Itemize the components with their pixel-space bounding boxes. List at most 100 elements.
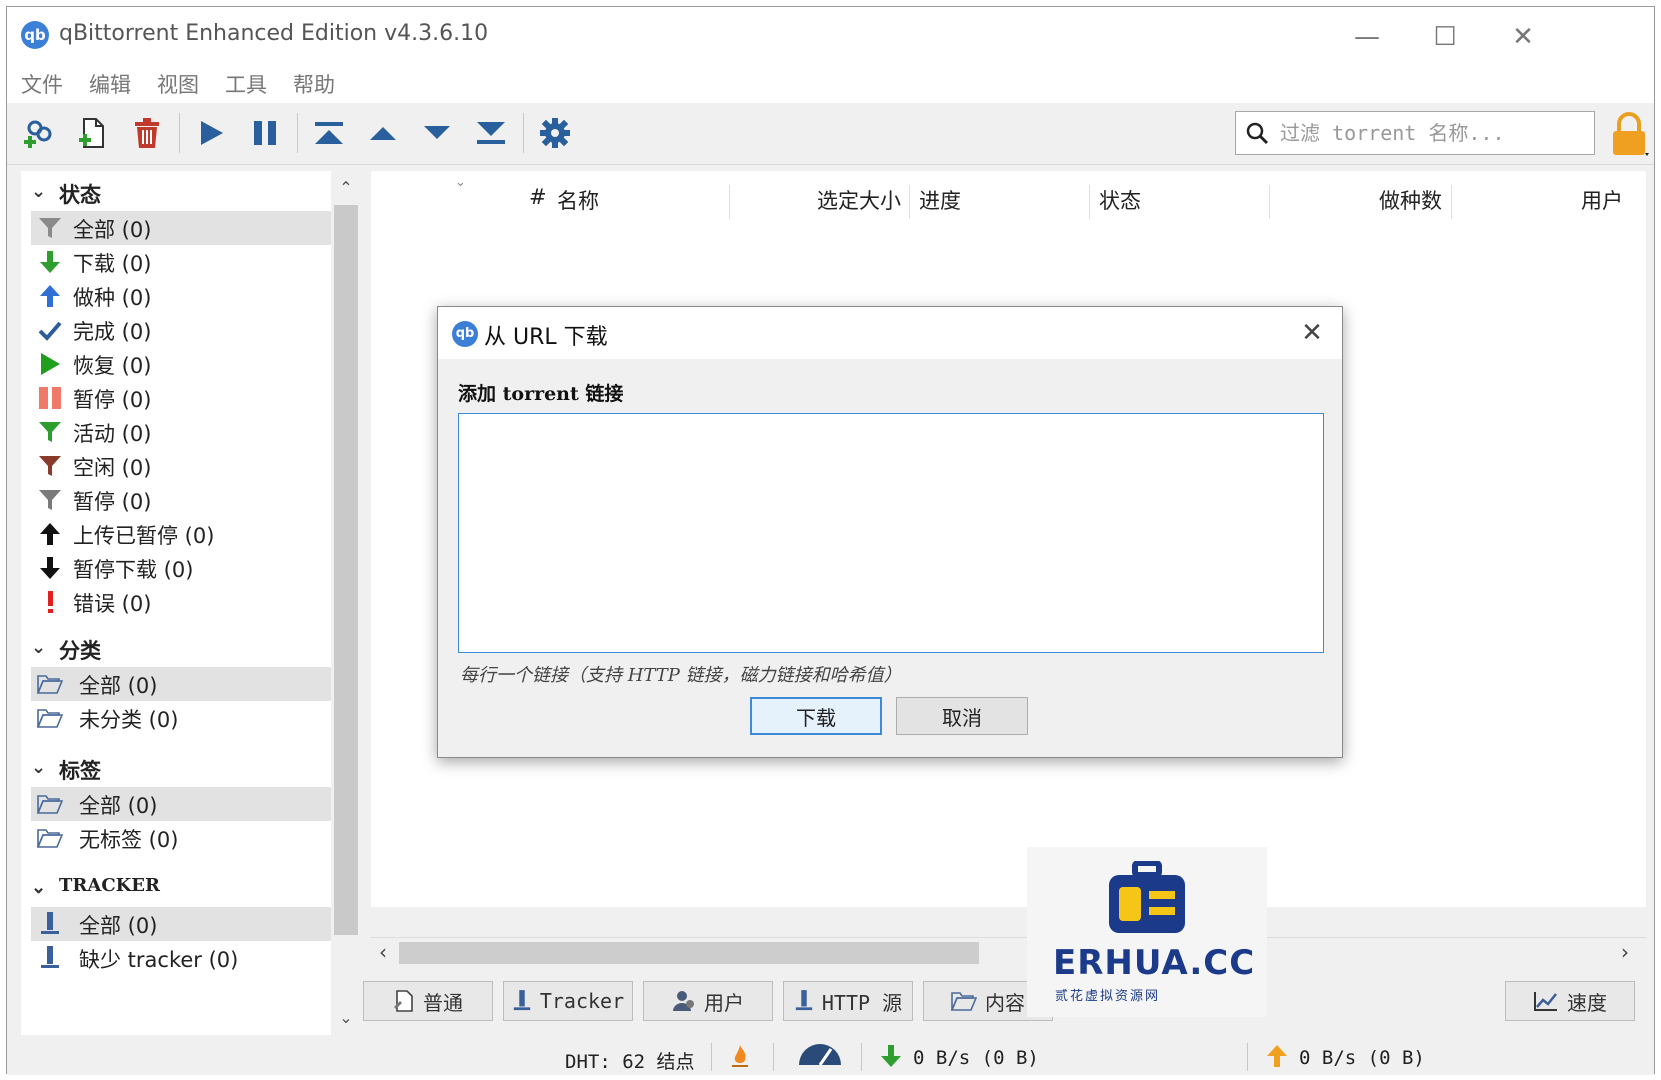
category-uncategorized[interactable]: 未分类 (0) — [31, 701, 331, 735]
dialog-hint: 每行一个链接（支持 HTTP 链接，磁力链接和哈希值） — [460, 665, 902, 686]
scroll-right-icon[interactable]: › — [1621, 940, 1629, 964]
tracker-all[interactable]: 全部 (0) — [31, 907, 331, 941]
options-button[interactable] — [533, 111, 577, 155]
status-filter-seeding[interactable]: 做种 (0) — [31, 279, 331, 313]
download-paused-icon — [37, 555, 63, 581]
chevron-down-icon: ⌄ — [31, 757, 47, 778]
scrollbar-thumb[interactable] — [399, 942, 979, 964]
folder-icon — [951, 992, 977, 1011]
sidebar: ⌄ 状态 全部 (0) 下载 (0) 做种 (0) 完成 (0) 恢复 (0) … — [21, 171, 361, 1035]
url-textarea[interactable] — [458, 413, 1324, 653]
category-all[interactable]: 全部 (0) — [31, 667, 331, 701]
tab-general[interactable]: 普通 — [363, 981, 493, 1021]
column-progress[interactable]: 进度 — [919, 185, 961, 229]
minimize-button[interactable]: — — [1347, 17, 1387, 57]
column-peers[interactable]: 用户 — [1581, 185, 1623, 229]
tab-http-sources[interactable]: HTTP 源 — [783, 981, 913, 1021]
move-up-button[interactable] — [361, 111, 405, 155]
add-link-button[interactable] — [17, 111, 61, 155]
status-filter-upload-paused[interactable]: 上传已暂停 (0) — [31, 517, 331, 551]
tracker-icon — [795, 990, 813, 1011]
tag-all[interactable]: 全部 (0) — [31, 787, 331, 821]
section-status-header[interactable]: ⌄ 状态 — [21, 175, 331, 211]
tracker-icon — [37, 945, 63, 971]
section-category-header[interactable]: ⌄ 分类 — [21, 631, 331, 667]
pause-button[interactable] — [243, 111, 287, 155]
menu-bar: 文件 编辑 视图 工具 帮助 — [7, 65, 1654, 103]
move-down-button[interactable] — [415, 111, 459, 155]
download-button[interactable]: 下载 — [750, 697, 882, 735]
tracker-missing[interactable]: 缺少 tracker (0) — [31, 941, 331, 975]
search-input[interactable] — [1280, 118, 1580, 148]
menu-help[interactable]: 帮助 — [293, 69, 335, 99]
speed-chart-icon — [1534, 992, 1557, 1011]
column-status[interactable]: 状态 — [1099, 185, 1141, 229]
column-selected-size[interactable]: 选定大小 — [817, 185, 901, 229]
sidebar-scrollbar[interactable]: ⌃ ⌄ — [331, 171, 361, 1035]
status-filter-all[interactable]: 全部 (0) — [31, 211, 331, 245]
pause-icon — [37, 385, 63, 411]
section-tag-header[interactable]: ⌄ 标签 — [21, 751, 331, 787]
cancel-button[interactable]: 取消 — [896, 697, 1028, 735]
tab-speed[interactable]: 速度 — [1505, 981, 1635, 1021]
column-separator — [1089, 185, 1090, 219]
dialog-title-bar: qb 从 URL 下载 ✕ — [438, 307, 1342, 359]
chevron-down-icon: ⌄ — [31, 877, 47, 898]
tab-peers[interactable]: 用户 — [643, 981, 773, 1021]
maximize-button[interactable]: ☐ — [1425, 17, 1465, 57]
play-icon — [201, 121, 223, 145]
section-tracker-header[interactable]: ⌄ TRACKER — [21, 871, 331, 907]
move-down-icon — [424, 126, 450, 139]
add-link-icon — [24, 120, 52, 148]
app-logo-icon: qb — [21, 21, 49, 49]
scroll-down-icon[interactable]: ⌄ — [337, 1009, 355, 1027]
delete-button[interactable] — [125, 111, 169, 155]
download-arrow-icon — [879, 1043, 903, 1074]
folder-icon — [37, 705, 63, 731]
menu-edit[interactable]: 编辑 — [89, 69, 131, 99]
scrollbar-thumb[interactable] — [334, 205, 358, 935]
scroll-left-icon[interactable]: ‹ — [379, 940, 387, 964]
status-filter-inactive[interactable]: 空闲 (0) — [31, 449, 331, 483]
dialog-close-button[interactable]: ✕ — [1296, 317, 1328, 349]
add-file-button[interactable] — [71, 111, 115, 155]
column-index[interactable]: # — [529, 185, 547, 229]
toolbar-separator — [179, 113, 180, 153]
move-bottom-button[interactable] — [469, 111, 513, 155]
column-separator — [1451, 185, 1452, 219]
status-filter-download-paused[interactable]: 暂停下载 (0) — [31, 551, 331, 585]
tag-untagged[interactable]: 无标签 (0) — [31, 821, 331, 855]
tab-tracker[interactable]: Tracker — [503, 981, 633, 1021]
status-bar: DHT: 62 结点 0 B/s (0 B) 0 B/s (0 B) — [7, 1039, 1654, 1075]
search-icon — [1246, 122, 1269, 145]
menu-view[interactable]: 视图 — [157, 69, 199, 99]
status-separator — [711, 1043, 712, 1071]
scroll-up-icon[interactable]: ⌃ — [337, 179, 355, 197]
close-button[interactable]: ✕ — [1503, 17, 1543, 57]
status-filter-stalled[interactable]: 暂停 (0) — [31, 483, 331, 517]
title-bar: qb qBittorrent Enhanced Edition v4.3.6.1… — [7, 7, 1654, 65]
move-bottom-icon — [477, 122, 505, 144]
resume-button[interactable] — [189, 111, 233, 155]
column-name[interactable]: 名称 — [557, 185, 599, 229]
tracker-icon — [513, 990, 531, 1011]
lock-button[interactable] — [1607, 111, 1651, 159]
menu-file[interactable]: 文件 — [21, 69, 63, 99]
upload-speed: 0 B/s (0 B) — [1299, 1047, 1425, 1069]
filter-active-icon — [37, 419, 63, 445]
column-seeds[interactable]: 做种数 — [1379, 185, 1442, 229]
status-filter-error[interactable]: 错误 (0) — [31, 585, 331, 619]
status-filter-downloading[interactable]: 下载 (0) — [31, 245, 331, 279]
status-filter-paused[interactable]: 暂停 (0) — [31, 381, 331, 415]
move-top-button[interactable] — [307, 111, 351, 155]
status-filter-completed[interactable]: 完成 (0) — [31, 313, 331, 347]
status-filter-resumed[interactable]: 恢复 (0) — [31, 347, 331, 381]
speed-limit-icon[interactable] — [797, 1041, 843, 1074]
move-up-icon — [370, 127, 396, 140]
status-filter-active[interactable]: 活动 (0) — [31, 415, 331, 449]
trash-icon — [135, 118, 159, 148]
briefcase-logo-icon — [1109, 861, 1185, 933]
horizontal-scrollbar[interactable]: ‹ › — [371, 937, 1646, 967]
tracker-icon — [37, 911, 63, 937]
menu-tools[interactable]: 工具 — [225, 69, 267, 99]
